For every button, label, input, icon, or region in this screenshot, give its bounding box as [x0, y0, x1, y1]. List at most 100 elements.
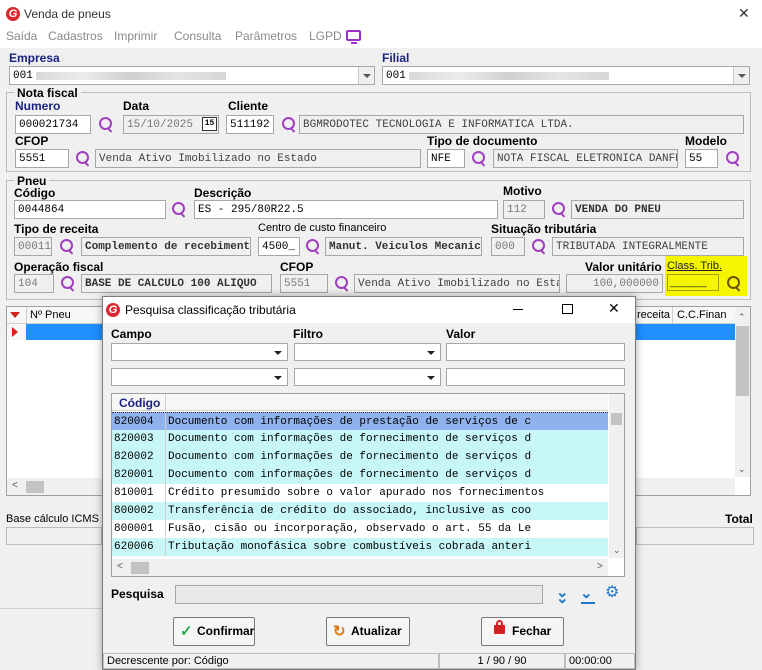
- app-logo-icon: G: [106, 303, 120, 317]
- codigo-field[interactable]: 0044864: [14, 200, 166, 219]
- valor-input-2[interactable]: [446, 368, 625, 386]
- centro-custo-code-field[interactable]: 4500_: [258, 237, 300, 256]
- search-icon[interactable]: [550, 201, 568, 219]
- results-col-codigo[interactable]: Código: [119, 396, 160, 410]
- result-code: 620006: [114, 541, 154, 553]
- check-icon: ✓: [180, 623, 193, 640]
- campo-select-2[interactable]: [111, 368, 288, 386]
- empresa-label: Empresa: [9, 51, 60, 65]
- menu-consulta[interactable]: Consulta: [174, 29, 221, 43]
- scroll-down-icon[interactable]: ⌄: [613, 545, 621, 556]
- menu-lgpd[interactable]: LGPD: [309, 29, 342, 43]
- chevron-down-icon[interactable]: [427, 376, 435, 380]
- scroll-up-icon[interactable]: ⌃: [738, 312, 746, 323]
- results-hscroll-thumb[interactable]: [131, 562, 149, 574]
- filial-select[interactable]: 001: [382, 66, 750, 85]
- valor-input-1[interactable]: [446, 343, 625, 361]
- scroll-down-icon[interactable]: ⌄: [738, 464, 746, 475]
- operacao-code-field[interactable]: 104: [14, 274, 54, 293]
- grid-vscroll-thumb[interactable]: [736, 326, 749, 396]
- result-row[interactable]: 820002 Documento com informações de forne…: [112, 448, 608, 466]
- close-dialog-icon[interactable]: ✕: [608, 300, 620, 317]
- search-icon[interactable]: [333, 275, 351, 293]
- cfop-code-field[interactable]: 5551: [15, 149, 69, 168]
- result-row[interactable]: 620006 Tributação monofásica sobre combus…: [112, 538, 608, 556]
- motivo-code-field[interactable]: 112: [503, 200, 545, 219]
- results-rows: 820004 Documento com informações de prest…: [112, 412, 608, 558]
- atualizar-button[interactable]: ↻ Atualizar: [326, 617, 410, 646]
- search-icon[interactable]: [97, 116, 115, 134]
- cliente-code-field[interactable]: 511192: [226, 115, 274, 134]
- situacao-desc-field: TRIBUTADA INTEGRALMENTE: [552, 237, 744, 256]
- descricao-field[interactable]: ES - 295/80R22.5: [194, 200, 498, 219]
- menu-imprimir[interactable]: Imprimir: [114, 29, 157, 43]
- campo-label: Campo: [111, 327, 152, 341]
- chevron-down-icon[interactable]: [427, 351, 435, 355]
- menu-parametros[interactable]: Parâmetros: [235, 29, 297, 43]
- gear-icon[interactable]: ⚙: [605, 585, 619, 601]
- status-time: 00:00:00: [565, 653, 635, 669]
- fechar-button[interactable]: Fechar: [481, 617, 564, 646]
- valor-unitario-field[interactable]: 100,000000: [566, 274, 663, 293]
- search-icon[interactable]: [170, 201, 188, 219]
- search-icon[interactable]: [724, 150, 742, 168]
- search-icon[interactable]: [304, 238, 322, 256]
- results-vscroll-thumb[interactable]: [611, 413, 622, 425]
- pneu-cfop-code-field[interactable]: 5551: [280, 274, 328, 293]
- confirmar-button[interactable]: ✓ Confirmar: [173, 617, 255, 646]
- result-row[interactable]: 820001 Documento com informações de forne…: [112, 466, 608, 484]
- search-icon[interactable]: [280, 116, 298, 134]
- grid-hscroll-thumb[interactable]: [26, 481, 44, 493]
- search-icon[interactable]: [725, 275, 743, 293]
- numero-field[interactable]: 000021734: [15, 115, 91, 134]
- search-icon[interactable]: [470, 150, 488, 168]
- chevron-down-icon[interactable]: [274, 376, 282, 380]
- filtro-select-1[interactable]: [294, 343, 441, 361]
- filtro-select-2[interactable]: [294, 368, 441, 386]
- menu-saida[interactable]: Saída: [6, 29, 37, 43]
- scroll-left-icon[interactable]: <: [117, 561, 123, 572]
- result-row[interactable]: 820003 Documento com informações de forne…: [112, 430, 608, 448]
- campo-select-1[interactable]: [111, 343, 288, 361]
- result-row[interactable]: 800001 Fusão, cisão ou incorporação, obse…: [112, 520, 608, 538]
- scroll-left-icon[interactable]: <: [12, 480, 18, 491]
- sort-down-icon[interactable]: [10, 312, 20, 318]
- tipo-receita-code-field[interactable]: 00011: [14, 237, 52, 256]
- grid-col-ccfinan[interactable]: C.C.Finan: [677, 309, 727, 321]
- results-header: [112, 394, 608, 411]
- grid-col-npneu[interactable]: Nº Pneu: [30, 309, 71, 321]
- result-col-divider: [165, 502, 166, 520]
- calendar-icon[interactable]: 15: [202, 117, 217, 131]
- operacao-desc-field: BASE DE CALCULO 100 ALIQUO: [81, 274, 272, 293]
- cliente-name-field: BGMRODOTEC TECNOLOGIA E INFORMATICA LTDA…: [299, 115, 744, 134]
- modelo-field[interactable]: 55: [685, 149, 718, 168]
- situacao-code-field[interactable]: 000: [491, 237, 525, 256]
- chevron-down-icon[interactable]: [358, 67, 374, 84]
- grid-col-receita[interactable]: receita: [637, 309, 670, 321]
- close-window-icon[interactable]: ✕: [738, 5, 750, 22]
- pesquisa-input[interactable]: [175, 585, 543, 604]
- result-row[interactable]: 800002 Transferência de crédito do associ…: [112, 502, 608, 520]
- results-hscroll[interactable]: [112, 559, 608, 576]
- empresa-select[interactable]: 001: [9, 66, 375, 85]
- menu-cadastros[interactable]: Cadastros: [48, 29, 103, 43]
- search-icon[interactable]: [530, 238, 548, 256]
- data-field[interactable]: 15/10/2025 15: [123, 115, 219, 134]
- minimize-icon[interactable]: [513, 309, 523, 310]
- scroll-right-icon[interactable]: >: [597, 561, 603, 572]
- chevron-down-icon[interactable]: [274, 351, 282, 355]
- tipo-documento-field[interactable]: NFE: [427, 149, 465, 168]
- class-trib-field[interactable]: ______: [667, 274, 719, 291]
- result-row[interactable]: 820004 Documento com informações de prest…: [112, 412, 608, 430]
- maximize-icon[interactable]: [562, 304, 573, 314]
- expand-to-end-icon[interactable]: ⌄: [580, 586, 593, 601]
- atualizar-label: Atualizar: [351, 624, 402, 638]
- result-row[interactable]: 810001 Crédito presumido sobre o valor ap…: [112, 484, 608, 502]
- monitor-icon[interactable]: [346, 30, 361, 44]
- search-icon[interactable]: [74, 150, 92, 168]
- chevron-down-icon[interactable]: [733, 67, 749, 84]
- operacao-fiscal-label: Operação fiscal: [14, 260, 104, 274]
- class-trib-label: Class. Trib.: [667, 260, 723, 272]
- search-icon[interactable]: [59, 275, 77, 293]
- search-icon[interactable]: [58, 238, 76, 256]
